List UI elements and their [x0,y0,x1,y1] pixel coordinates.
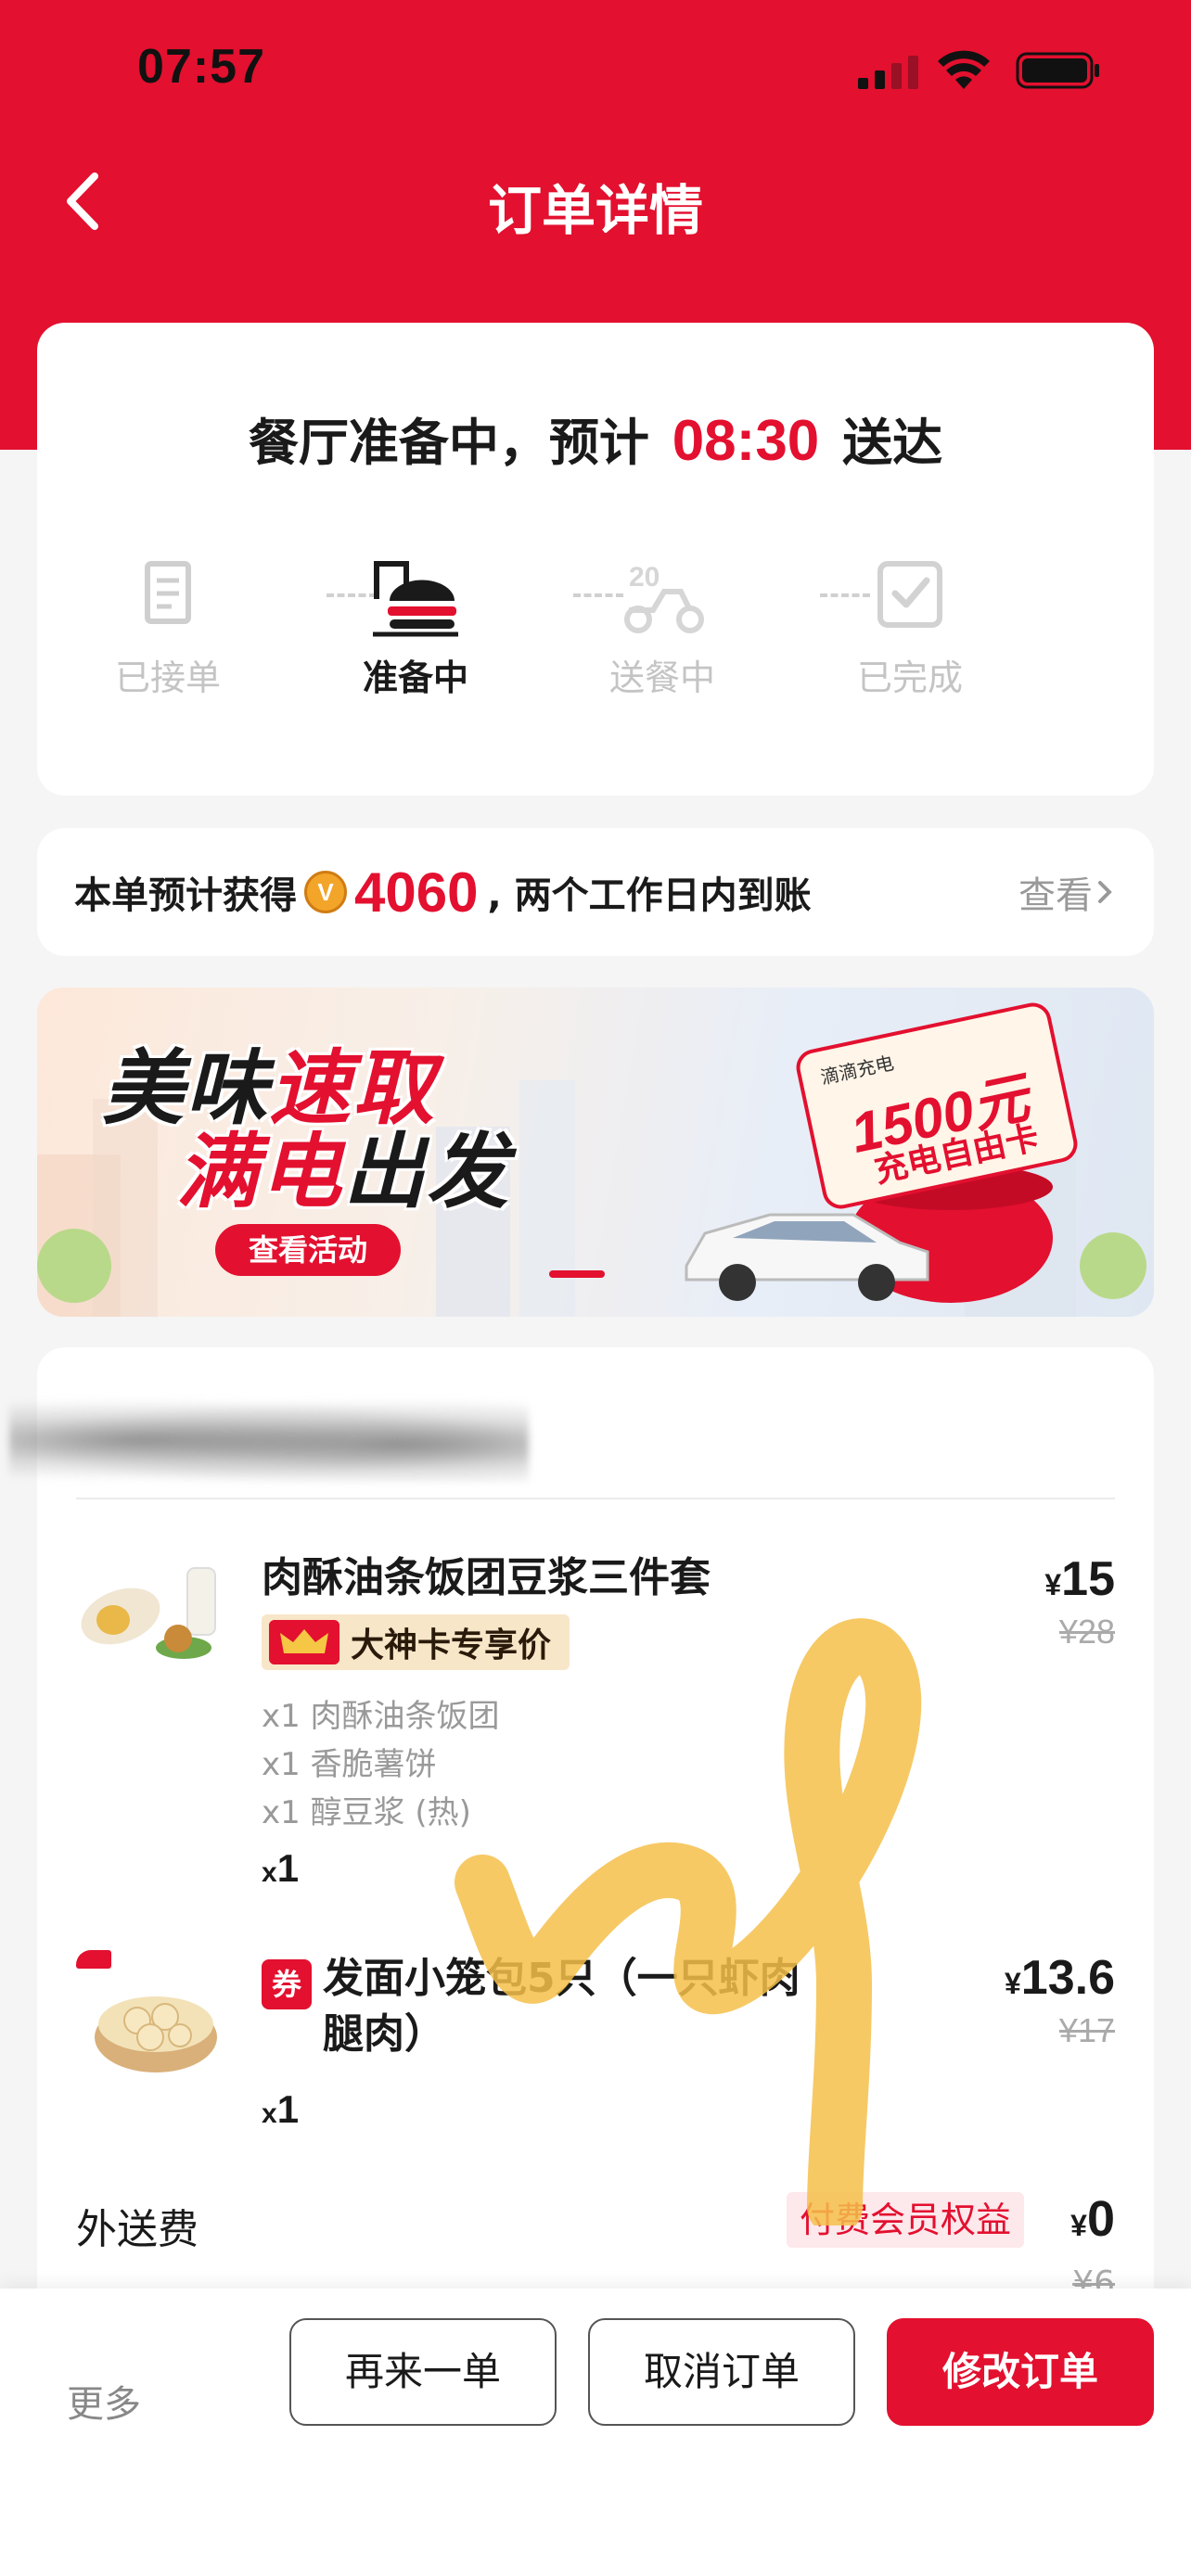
step-preparing: 准备中 [323,555,508,700]
status-prefix: 餐厅准备中，预计 [248,414,649,472]
status-time: 07:57 [137,40,265,94]
signal-icon [858,56,918,89]
receipt-icon [145,561,191,624]
item-price: ¥13.6 [1004,1951,1115,2005]
check-box-icon [877,561,942,628]
steamed-bun-image [76,1950,224,2080]
step-completed: 已完成 [817,555,1003,700]
reward-card: 本单预计获得 V 4060 , 两个工作日内到账 查看 [37,828,1154,956]
vip-price-badge: 大神卡专享价 [262,1614,570,1670]
svg-text:20: 20 [629,562,660,593]
sub-item: x1 醇豆浆 (热) [262,1794,471,1831]
delivery-fee-label: 外送费 [76,2206,198,2253]
divider [76,1498,1115,1499]
coupon-tag: 券 [262,1959,312,2009]
item-price: ¥15 [1044,1552,1115,1606]
reward-amount: 4060 [354,861,479,924]
reward-link-label: 查看 [1018,874,1093,917]
sub-item: x1 香脆薯饼 [262,1746,437,1783]
more-button[interactable]: 更多 [67,2374,141,2428]
item-name: 发面小笼包5只（一只虾肉 [323,1955,800,2002]
delivery-fee-price: ¥0 [1070,2191,1115,2247]
wifi-icon [938,50,990,89]
bottom-action-bar: 更多 再来一单 取消订单 修改订单 [0,2289,1191,2576]
cancel-order-button[interactable]: 取消订单 [588,2318,855,2426]
step-label: 已完成 [856,657,963,698]
status-suffix: 送达 [842,414,943,472]
order-status-card: 餐厅准备中，预计 08:30 送达 已接单 准备中 20 送餐中 已完成 [37,323,1154,796]
shop-name-redacted [9,1398,529,1482]
burger-icon [373,561,458,637]
reward-prefix: 本单预计获得 [74,874,297,917]
item-quantity: x1 [262,2087,300,2131]
reorder-button[interactable]: 再来一单 [289,2318,557,2426]
item-quantity: x1 [262,1846,300,1890]
reward-suffix: , 两个工作日内到账 [487,874,812,917]
item-name-continued: 腿肉） [323,2010,445,2058]
coin-icon: V [304,871,347,913]
banner-page-indicator [549,1270,605,1278]
item-name: 肉酥油条饭团豆浆三件套 [262,1554,711,1601]
car-illustration [685,1213,929,1301]
step-delivering: 20 送餐中 [570,555,755,700]
eta-time: 08:30 [672,409,820,473]
status-bar: 07:57 [0,0,1191,139]
member-benefit-badge: 付费会员权益 [787,2192,1025,2248]
crown-icon [269,1620,339,1664]
set-meal-image [76,1551,224,1681]
page-title: 订单详情 [487,179,703,242]
promo-banner[interactable]: 美味速取 满电出发 查看活动 滴滴充电 1500元 充电自由卡 [37,988,1154,1317]
step-label: 送餐中 [608,657,715,698]
step-accepted: 已接单 [75,555,261,700]
item-original-price: ¥28 [1058,1613,1115,1651]
reward-text: 本单预计获得 V 4060 , 两个工作日内到账 [74,828,812,956]
battery-icon [1016,52,1099,89]
scooter-icon: 20 [624,562,704,633]
chevron-right-icon [1098,881,1112,903]
reward-view-link[interactable]: 查看 [1018,828,1117,956]
item-original-price: ¥17 [1058,2011,1115,2049]
order-status-headline: 餐厅准备中，预计 08:30 送达 [37,402,1154,475]
step-label: 准备中 [362,657,468,698]
step-label: 已接单 [114,657,221,698]
sub-item: x1 肉酥油条饭团 [262,1698,500,1735]
delivery-fee-row: 外送费 付费会员权益 ¥0 ¥6 [37,2187,1154,2302]
modify-order-button[interactable]: 修改订单 [887,2318,1154,2426]
banner-view-activity-button[interactable]: 查看活动 [215,1224,401,1276]
banner-title-line2: 满电出发 [176,1124,511,1219]
